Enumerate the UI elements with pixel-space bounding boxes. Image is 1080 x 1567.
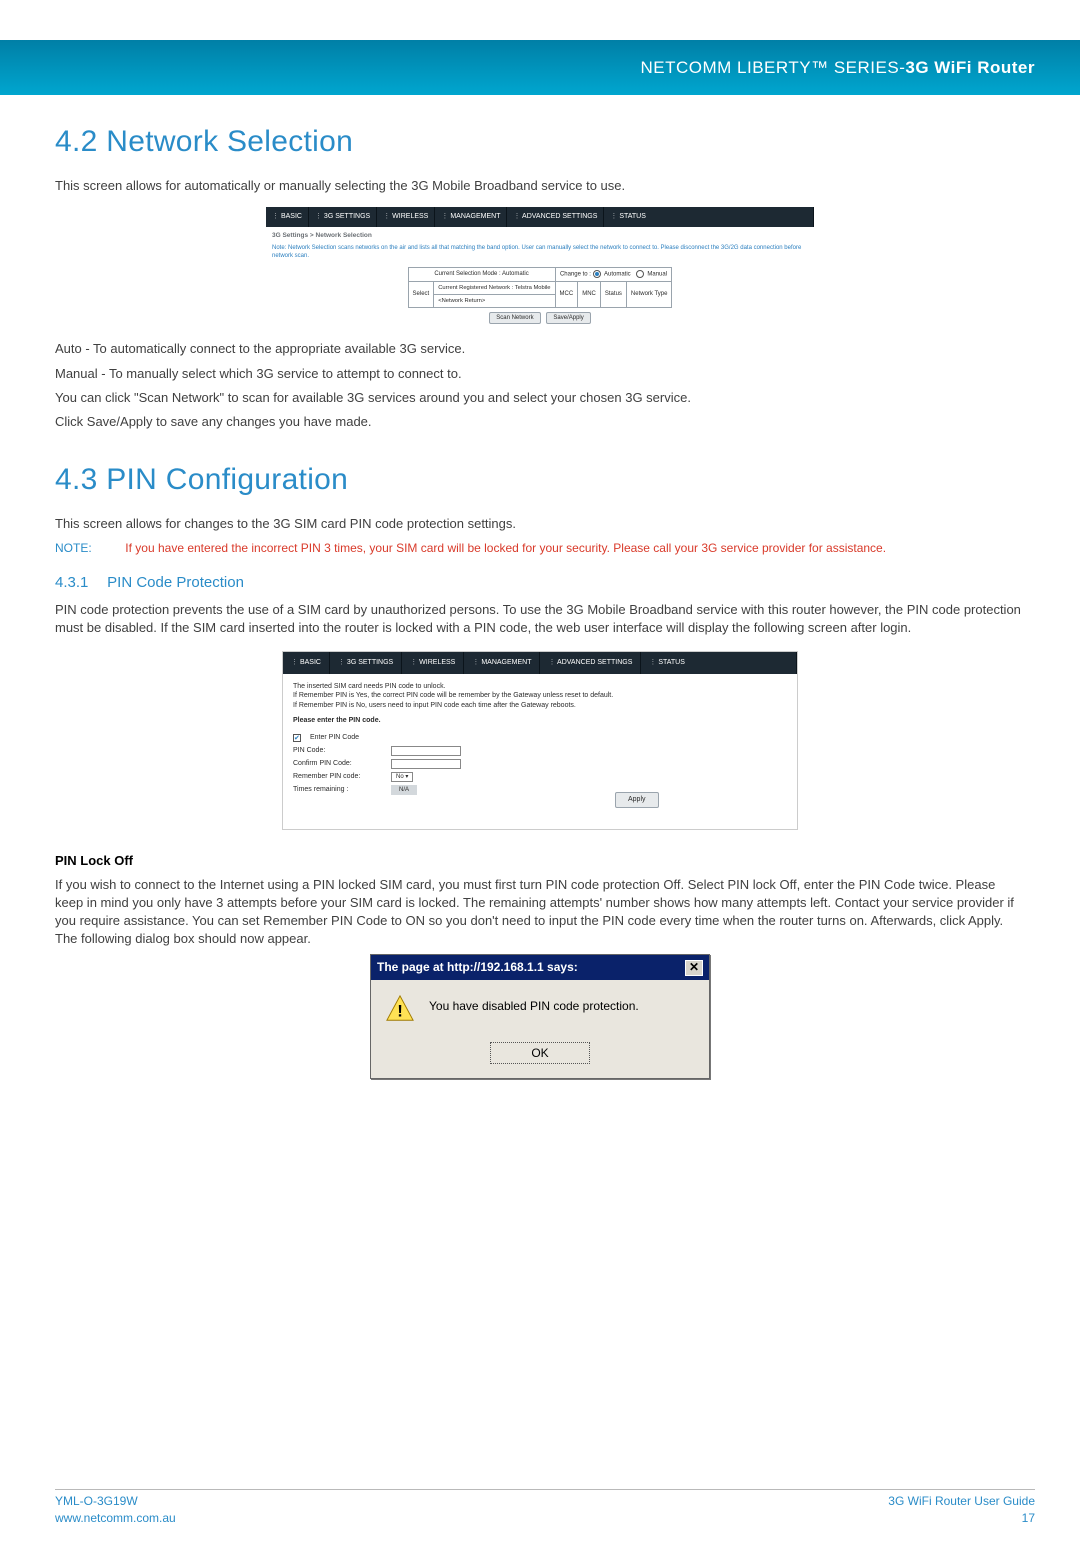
- tab-wireless[interactable]: WIRELESS: [402, 652, 464, 674]
- pin-apply-button[interactable]: Apply: [615, 792, 659, 807]
- footer-code: YML-O-3G19W: [55, 1493, 176, 1510]
- heading-4-3-1: 4.3.1 PIN Code Protection: [55, 572, 1025, 593]
- pin-l3: If Remember PIN is No, users need to inp…: [293, 701, 787, 710]
- intro-4-3: This screen allows for changes to the 3G…: [55, 515, 1025, 533]
- banner-left: NETCOMM LIBERTY™ SERIES: [641, 56, 900, 80]
- network-return: <Network Return>: [434, 294, 555, 307]
- tab-3g-settings[interactable]: 3G SETTINGS: [309, 207, 377, 227]
- confirm-pin-input[interactable]: [391, 759, 461, 769]
- heading-text: PIN Code Protection: [107, 574, 244, 591]
- heading-index: 4.3.1: [55, 572, 103, 593]
- dialog-title: The page at http://192.168.1.1 says:: [377, 959, 578, 976]
- heading-4-2: 4.2 Network Selection: [55, 121, 1025, 163]
- col-status: Status: [600, 281, 626, 307]
- enter-pin-label: Enter PIN Code: [310, 733, 359, 742]
- note-label: NOTE:: [55, 541, 92, 555]
- note-text: If you have entered the incorrect PIN 3 …: [125, 541, 886, 555]
- tab-wireless[interactable]: WIRELESS: [377, 207, 435, 227]
- pin-l2: If Remember PIN is Yes, the correct PIN …: [293, 691, 787, 700]
- warning-icon: !: [385, 994, 415, 1024]
- pin-code-input[interactable]: [391, 746, 461, 756]
- tab-advanced[interactable]: ADVANCED SETTINGS: [540, 652, 641, 674]
- network-table: Current Selection Mode : Automatic Chang…: [408, 267, 673, 308]
- tab-advanced[interactable]: ADVANCED SETTINGS: [507, 207, 604, 227]
- page-footer: YML-O-3G19W www.netcomm.com.au 3G WiFi R…: [55, 1489, 1035, 1527]
- col-select: Select: [408, 281, 434, 307]
- change-to-label: Change to :: [560, 271, 591, 277]
- banner-right: 3G WiFi Router: [905, 56, 1035, 80]
- enter-pin-checkbox[interactable]: [293, 734, 301, 742]
- radio-manual[interactable]: [636, 270, 644, 278]
- col-mcc: MCC: [555, 281, 578, 307]
- col-network: Current Registered Network : Telstra Mob…: [434, 281, 555, 294]
- radio-automatic[interactable]: [593, 270, 601, 278]
- remember-pin-select[interactable]: No ▾: [391, 772, 413, 782]
- p-manual: Manual - To manually select which 3G ser…: [55, 365, 1025, 383]
- p-auto: Auto - To automatically connect to the a…: [55, 340, 1025, 358]
- dialog-ok-button[interactable]: OK: [490, 1042, 589, 1064]
- close-icon[interactable]: ✕: [685, 960, 703, 976]
- save-apply-button[interactable]: Save/Apply: [546, 312, 590, 324]
- pin-code-label: PIN Code:: [293, 746, 385, 755]
- screenshot-network-selection: BASIC 3G SETTINGS WIRELESS MANAGEMENT AD…: [266, 207, 814, 330]
- manual-label: Manual: [647, 271, 667, 277]
- p-scan: You can click "Scan Network" to scan for…: [55, 389, 1025, 407]
- pin-lock-off-body: If you wish to connect to the Internet u…: [55, 876, 1025, 949]
- router-nav-1: BASIC 3G SETTINGS WIRELESS MANAGEMENT AD…: [266, 207, 814, 227]
- tab-basic[interactable]: BASIC: [266, 207, 309, 227]
- remaining-label: Times remaining :: [293, 785, 385, 794]
- tab-management[interactable]: MANAGEMENT: [464, 652, 540, 674]
- tab-status[interactable]: STATUS: [641, 652, 797, 674]
- col-type: Network Type: [626, 281, 672, 307]
- screenshot-pin-config: BASIC 3G SETTINGS WIRELESS MANAGEMENT AD…: [282, 651, 798, 830]
- svg-text:!: !: [397, 1002, 403, 1021]
- dialog-message: You have disabled PIN code protection.: [429, 994, 639, 1015]
- scan-network-button[interactable]: Scan Network: [489, 312, 540, 324]
- network-note: Note: Network Selection scans networks o…: [272, 244, 808, 261]
- remaining-value: N/A: [391, 785, 417, 795]
- footer-guide: 3G WiFi Router User Guide: [888, 1493, 1035, 1510]
- pin-lock-off-title: PIN Lock Off: [55, 852, 1025, 870]
- remember-pin-label: Remember PIN code:: [293, 772, 385, 781]
- mode-label: Current Selection Mode : Automatic: [408, 267, 555, 281]
- confirm-pin-label: Confirm PIN Code:: [293, 759, 385, 768]
- pcp-body: PIN code protection prevents the use of …: [55, 601, 1025, 637]
- tab-status[interactable]: STATUS: [604, 207, 814, 227]
- tab-management[interactable]: MANAGEMENT: [435, 207, 507, 227]
- intro-4-2: This screen allows for automatically or …: [55, 177, 1025, 195]
- breadcrumb: 3G Settings > Network Selection: [272, 231, 808, 240]
- footer-url: www.netcomm.com.au: [55, 1510, 176, 1527]
- js-alert-dialog: The page at http://192.168.1.1 says: ✕ !…: [370, 954, 710, 1079]
- p-save: Click Save/Apply to save any changes you…: [55, 413, 1025, 431]
- router-nav-2: BASIC 3G SETTINGS WIRELESS MANAGEMENT AD…: [283, 652, 797, 674]
- footer-page: 17: [888, 1510, 1035, 1527]
- tab-3g-settings[interactable]: 3G SETTINGS: [330, 652, 402, 674]
- pin-l4: Please enter the PIN code.: [293, 716, 787, 725]
- page-banner: NETCOMM LIBERTY™ SERIES - 3G WiFi Router: [0, 40, 1080, 95]
- pin-l1: The inserted SIM card needs PIN code to …: [293, 682, 787, 691]
- tab-basic[interactable]: BASIC: [283, 652, 330, 674]
- auto-label: Automatic: [604, 271, 631, 277]
- heading-4-3: 4.3 PIN Configuration: [55, 459, 1025, 501]
- col-mnc: MNC: [578, 281, 601, 307]
